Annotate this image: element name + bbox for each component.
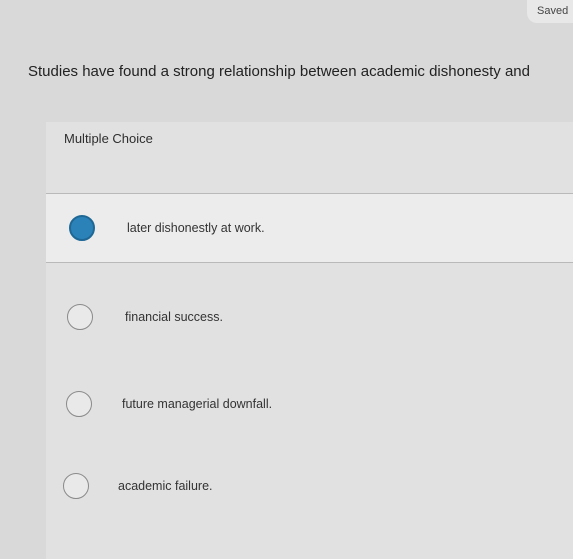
choice-label: financial success.	[125, 310, 223, 324]
choice-label: academic failure.	[118, 479, 213, 493]
radio-unselected-icon[interactable]	[67, 304, 93, 330]
choice-list: later dishonestly at work. financial suc…	[0, 0, 573, 559]
choice-option[interactable]: future managerial downfall.	[46, 369, 573, 439]
choice-label: later dishonestly at work.	[127, 221, 265, 235]
radio-selected-icon[interactable]	[69, 215, 95, 241]
choice-option[interactable]: later dishonestly at work.	[46, 193, 573, 263]
choice-option[interactable]: financial success.	[46, 282, 573, 352]
choice-option[interactable]: academic failure.	[46, 451, 573, 521]
choice-label: future managerial downfall.	[122, 397, 273, 411]
quiz-page: Saved Studies have found a strong relati…	[0, 0, 573, 559]
radio-unselected-icon[interactable]	[63, 473, 89, 499]
radio-unselected-icon[interactable]	[66, 391, 92, 417]
